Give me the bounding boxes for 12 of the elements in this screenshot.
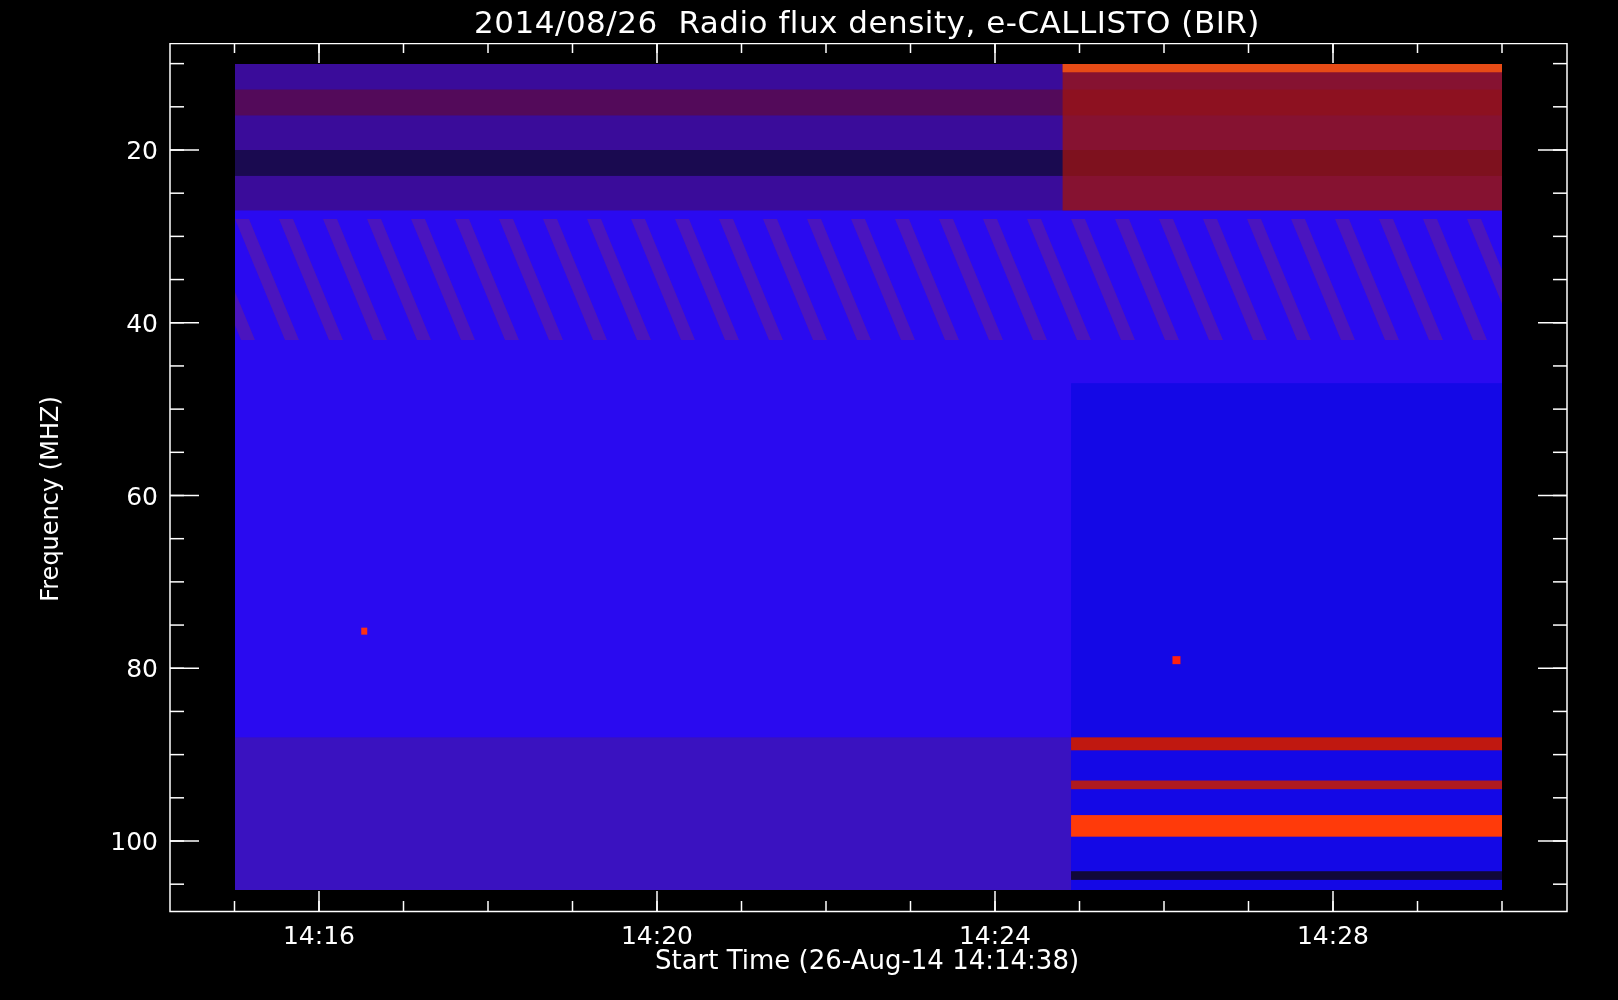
x-tick-label: 14:20 — [621, 921, 693, 945]
x-tick-label: 14:24 — [959, 921, 1031, 945]
y-axis-label: Frequency (MHZ) — [36, 396, 64, 602]
y-tick-label: 20 — [126, 136, 158, 165]
x-axis-label: Start Time (26-Aug-14 14:14:38) — [654, 945, 1080, 975]
y-tick-label: 80 — [126, 654, 158, 684]
y-tick-label: 40 — [126, 308, 158, 338]
x-tick-label: 14:28 — [1297, 921, 1369, 945]
x-tick-label: 14:16 — [283, 921, 355, 945]
y-tick-label: 60 — [126, 481, 158, 511]
chart-title: 2014/08/26 Radio flux density, e-CALLISTO (BIR) — [474, 3, 1260, 40]
y-tick-label: 100 — [110, 827, 158, 856]
